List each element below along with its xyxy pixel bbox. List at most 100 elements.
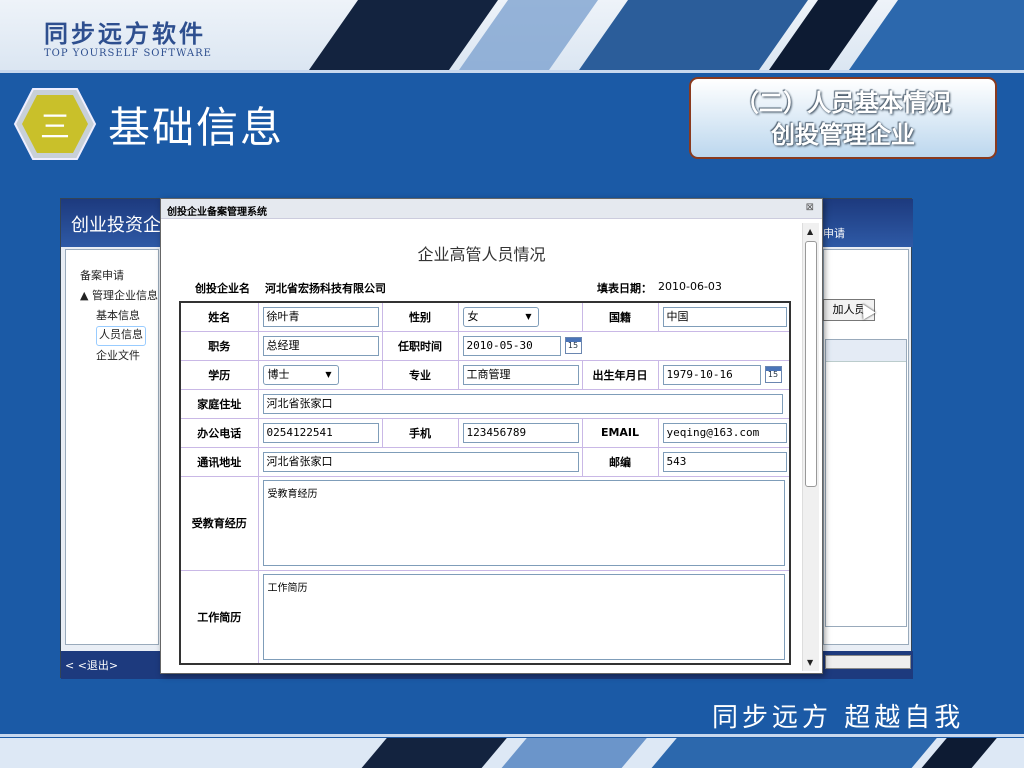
form-row: 办公电话 0254122541 手机 123456789 EMAIL yeqin… — [179, 417, 791, 448]
section-heading-line1: （二）人员基本情况 — [735, 89, 951, 117]
office-phone-label: 办公电话 — [179, 417, 259, 448]
nav-item-documents[interactable]: 企业文件 — [80, 346, 158, 366]
form-row: 姓名 徐叶青 性别 女 ▼ 国籍 中国 — [179, 301, 791, 332]
email-label: EMAIL — [581, 417, 659, 448]
work-history-textarea[interactable]: 工作简历 — [262, 573, 785, 660]
position-cell: 总经理 — [257, 330, 383, 361]
nav-item-basic-info[interactable]: 基本信息 — [80, 306, 158, 326]
email-input[interactable]: yeqing@163.com — [662, 422, 787, 443]
fill-date-label: 填表日期： — [597, 282, 652, 295]
nationality-cell: 中国 — [657, 301, 791, 332]
address-cell: 河北省张家口 — [257, 388, 791, 419]
form-title: 企业高管人员情况 — [417, 245, 546, 264]
footer-band — [0, 738, 1024, 768]
header-divider — [0, 70, 1024, 73]
footer-slogan: 同步远方 超越自我 — [712, 703, 965, 733]
calendar-icon[interactable]: 15 — [564, 337, 582, 354]
education-select-value: 博士 — [267, 367, 290, 381]
decor-stripe — [484, 738, 656, 768]
tenure-cell: 2010-05-30 15 — [457, 330, 791, 361]
dialog-title: 创投企业备案管理系统 — [167, 207, 267, 218]
mobile-input[interactable]: 123456789 — [462, 422, 579, 443]
decor-stripe — [634, 738, 946, 768]
nationality-input[interactable]: 中国 — [662, 306, 787, 327]
scroll-thumb[interactable] — [805, 241, 817, 487]
tenure-date-input[interactable]: 2010-05-30 — [462, 335, 561, 356]
major-label: 专业 — [381, 359, 459, 390]
nav-item-label: 人员信息 — [96, 326, 146, 346]
form-row: 学历 博士 ▼ 专业 工商管理 出生年月日 1979-10-16 15 — [179, 359, 791, 390]
section-heading-line2: 创投管理企业 — [771, 121, 915, 149]
gender-select[interactable]: 女 ▼ — [462, 306, 539, 327]
calendar-icon[interactable]: 15 — [764, 366, 782, 383]
position-input[interactable]: 总经理 — [262, 335, 379, 356]
postcode-input[interactable]: 543 — [662, 451, 787, 472]
birth-date-input[interactable]: 1979-10-16 — [662, 364, 761, 385]
name-input[interactable]: 徐叶青 — [262, 306, 379, 327]
section-number: 三 — [40, 110, 70, 145]
office-phone-cell: 0254122541 — [257, 417, 383, 448]
major-input[interactable]: 工商管理 — [462, 364, 579, 385]
app-title: 创业投资企 — [71, 215, 161, 236]
position-label: 职务 — [179, 330, 259, 361]
gender-cell: 女 ▼ — [457, 301, 583, 332]
edu-history-textarea[interactable]: 受教育经历 — [262, 480, 785, 566]
nav-item-label: 企业文件 — [96, 349, 140, 362]
scroll-down-icon[interactable]: ▼ — [807, 658, 813, 667]
gender-label: 性别 — [381, 301, 459, 332]
exit-link[interactable]: < <退出> — [65, 657, 118, 673]
nav-tree: 备案申请 ▲ 管理企业信息 基本信息 人员信息 企业文件 — [66, 250, 158, 366]
section-heading: （二）人员基本情况 创投管理企业 — [689, 77, 997, 159]
education-select[interactable]: 博士 ▼ — [262, 364, 339, 385]
mobile-cell: 123456789 — [457, 417, 583, 448]
postcode-label: 邮编 — [581, 446, 659, 477]
dropdown-arrow-icon: ▼ — [325, 369, 332, 379]
name-label: 姓名 — [179, 301, 259, 332]
scroll-up-icon[interactable]: ▲ — [807, 227, 813, 236]
grid-header — [826, 340, 906, 362]
education-label: 学历 — [179, 359, 259, 390]
vertical-scrollbar[interactable]: ▲ ▼ — [802, 223, 819, 671]
brand-name-en: TOP YOURSELF SOFTWARE — [44, 48, 212, 59]
company-value: 河北省宏扬科技有限公司 — [265, 282, 386, 295]
form-row: 受教育经历 受教育经历 — [179, 475, 791, 571]
personnel-form: 姓名 徐叶青 性别 女 ▼ 国籍 中国 职务 总经理 任职时间 2010-05-3… — [179, 301, 791, 665]
close-icon[interactable]: ⊠ — [806, 202, 814, 213]
tab-apply[interactable]: 申请 — [823, 225, 845, 241]
nav-tree-panel: 备案申请 ▲ 管理企业信息 基本信息 人员信息 企业文件 — [65, 249, 159, 645]
gender-select-value: 女 — [467, 309, 479, 323]
email-cell: yeqing@163.com — [657, 417, 791, 448]
brand-name-cn: 同步远方软件 — [44, 20, 206, 48]
nav-item-company-info[interactable]: ▲ 管理企业信息 — [80, 286, 158, 306]
page-title: 基础信息 — [108, 103, 285, 152]
footer-divider — [0, 734, 1024, 737]
company-label: 创投企业名 — [195, 282, 250, 295]
nav-item-personnel[interactable]: 人员信息 — [80, 326, 158, 346]
form-row: 工作简历 工作简历 — [179, 569, 791, 665]
form-row: 家庭住址 河北省张家口 — [179, 388, 791, 419]
name-cell: 徐叶青 — [257, 301, 383, 332]
mail-address-input[interactable]: 河北省张家口 — [262, 451, 579, 472]
nationality-label: 国籍 — [581, 301, 659, 332]
horizontal-scrollbar[interactable] — [825, 655, 911, 669]
major-cell: 工商管理 — [457, 359, 583, 390]
nav-item-filing[interactable]: 备案申请 — [80, 266, 158, 286]
birth-label: 出生年月日 — [581, 359, 659, 390]
edu-history-label: 受教育经历 — [179, 475, 259, 571]
postcode-cell: 543 — [657, 446, 791, 477]
address-label: 家庭住址 — [179, 388, 259, 419]
form-row: 职务 总经理 任职时间 2010-05-30 15 — [179, 330, 791, 361]
fill-date-value: 2010-06-03 — [658, 280, 722, 293]
personnel-grid — [825, 339, 907, 627]
decor-stripe — [344, 738, 516, 768]
tenure-label: 任职时间 — [381, 330, 459, 361]
dropdown-arrow-icon: ▼ — [525, 311, 532, 321]
address-input[interactable]: 河北省张家口 — [262, 393, 783, 414]
work-history-cell: 工作简历 — [257, 569, 791, 665]
office-phone-input[interactable]: 0254122541 — [262, 422, 379, 443]
mobile-label: 手机 — [381, 417, 459, 448]
birth-cell: 1979-10-16 15 — [657, 359, 791, 390]
mail-address-cell: 河北省张家口 — [257, 446, 583, 477]
education-cell: 博士 ▼ — [257, 359, 383, 390]
personnel-dialog: 创投企业备案管理系统 ⊠ ▲ ▼ 企业高管人员情况 创投企业名 河北省宏扬科技有… — [160, 198, 823, 674]
